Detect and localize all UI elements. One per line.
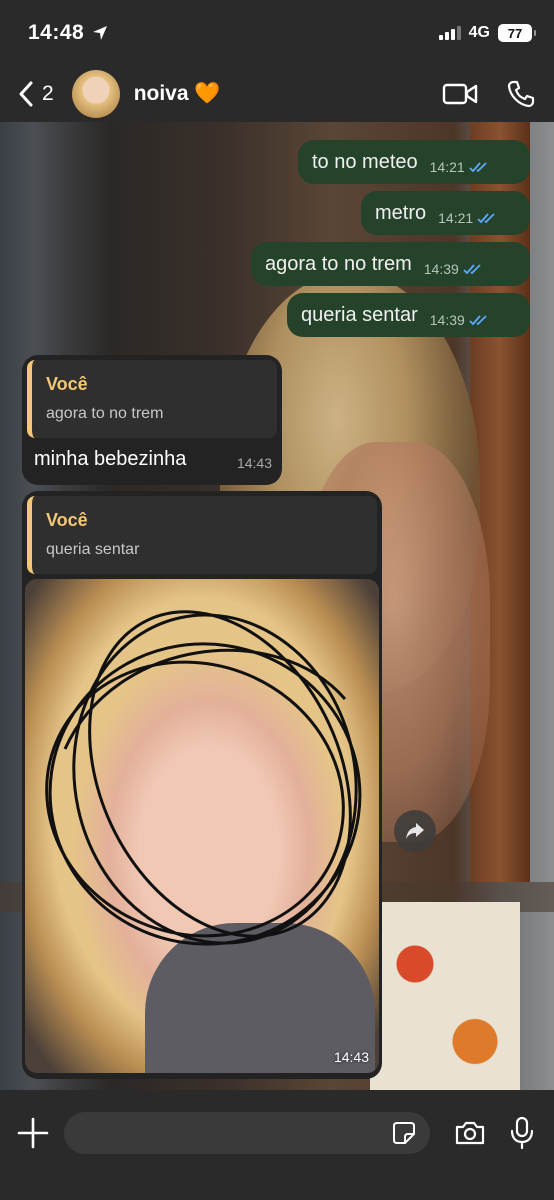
message-time: 14:43 xyxy=(236,455,272,471)
signal-strength-icon xyxy=(438,26,461,40)
message-meta: 14:21 xyxy=(430,149,491,175)
network-type: 4G xyxy=(468,24,490,41)
message-text: to no meteo xyxy=(312,150,418,173)
message-time: 14:43 xyxy=(333,1049,369,1065)
forward-button[interactable] xyxy=(394,810,436,852)
location-arrow-icon xyxy=(93,26,108,40)
chat-header: 2 noiva 🧡 xyxy=(0,66,554,122)
read-ticks-icon xyxy=(469,315,487,326)
quote-text: agora to no trem xyxy=(46,405,164,422)
message-meta: 14:21 xyxy=(438,200,499,226)
message-text: agora to no trem xyxy=(265,252,412,275)
message-time: 14:39 xyxy=(429,312,465,328)
video-call-icon[interactable] xyxy=(442,82,478,106)
message-text: queria sentar xyxy=(301,303,418,326)
outgoing-message[interactable]: to no meteo 14:21 xyxy=(298,140,530,184)
forward-icon xyxy=(406,823,424,839)
contact-avatar[interactable] xyxy=(71,70,120,118)
message-time: 14:39 xyxy=(423,261,459,277)
photo-attachment[interactable]: 14:43 xyxy=(25,579,379,1073)
plus-icon[interactable] xyxy=(16,1116,50,1150)
sticker-icon[interactable] xyxy=(392,1121,416,1145)
unread-count: 2 xyxy=(42,82,54,105)
quote-text: queria sentar xyxy=(46,541,140,558)
back-button[interactable]: 2 xyxy=(18,81,54,107)
battery-icon: 77 xyxy=(498,24,536,42)
outgoing-message[interactable]: metro 14:21 xyxy=(361,191,530,235)
read-ticks-icon xyxy=(469,162,487,173)
incoming-reply-message[interactable]: Você agora to no trem minha bebezinha 14… xyxy=(22,355,282,485)
status-bar: 14:48 4G 77 xyxy=(0,0,554,66)
quote-author: Você xyxy=(46,374,88,394)
quoted-message[interactable]: Você queria sentar xyxy=(27,496,377,574)
outgoing-message[interactable]: agora to no trem 14:39 xyxy=(251,242,530,286)
status-indicators: 4G 77 xyxy=(438,24,536,42)
contact-name[interactable]: noiva 🧡 xyxy=(134,82,442,106)
camera-icon[interactable] xyxy=(454,1120,486,1146)
header-actions xyxy=(442,79,536,109)
quoted-message[interactable]: Você agora to no trem xyxy=(27,360,277,438)
microphone-icon[interactable] xyxy=(510,1116,534,1150)
battery-level: 77 xyxy=(507,25,523,41)
message-text: minha bebezinha xyxy=(34,447,187,470)
message-input-bar xyxy=(0,1090,554,1200)
scribble-drawing xyxy=(45,610,362,946)
message-time: 14:21 xyxy=(429,159,465,175)
status-time-group: 14:48 xyxy=(28,21,108,45)
quote-author: Você xyxy=(46,510,88,530)
read-ticks-icon xyxy=(477,213,495,224)
message-body: minha bebezinha 14:43 xyxy=(22,443,282,472)
incoming-photo-message[interactable]: Você queria sentar 14:43 xyxy=(22,491,382,1079)
message-input[interactable] xyxy=(64,1112,430,1154)
message-time: 14:21 xyxy=(438,210,474,226)
back-chevron-icon xyxy=(19,81,33,107)
message-meta: 14:39 xyxy=(430,302,491,328)
phone-icon[interactable] xyxy=(506,79,536,109)
message-meta: 14:39 xyxy=(424,251,485,277)
message-text: metro xyxy=(375,201,427,224)
status-time: 14:48 xyxy=(28,21,85,44)
outgoing-message[interactable]: queria sentar 14:39 xyxy=(287,293,530,337)
wallpaper-dress xyxy=(370,902,520,1090)
read-ticks-icon xyxy=(463,264,481,275)
